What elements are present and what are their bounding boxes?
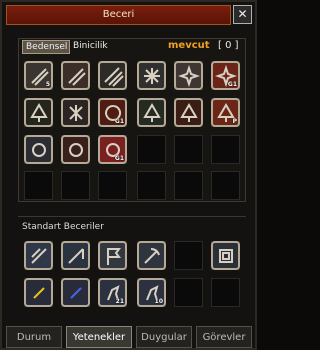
skill-level-badge: G1: [227, 81, 237, 88]
skill-slot[interactable]: [98, 171, 127, 200]
points-label: mevcut: [168, 40, 210, 51]
standard-skill-slot[interactable]: [211, 278, 240, 307]
tab-yetenekler[interactable]: Yetenekler: [66, 326, 132, 348]
yellow-scroll-icon[interactable]: [24, 278, 53, 307]
pickaxe-icon[interactable]: [137, 241, 166, 270]
skill-slot[interactable]: [137, 171, 166, 200]
standard-skill-slot[interactable]: [174, 278, 203, 307]
skill-level-badge: 21: [115, 298, 124, 305]
tab-durum[interactable]: Durum: [6, 326, 62, 348]
tree-icon[interactable]: [24, 98, 53, 127]
red-swirl-icon[interactable]: G1: [98, 135, 127, 164]
skill-slot[interactable]: [211, 135, 240, 164]
bottom-tab-bar: Durum Yetenekler Duygular Görevler: [4, 326, 252, 348]
spin-star-icon[interactable]: [174, 61, 203, 90]
ice-star-icon[interactable]: [137, 61, 166, 90]
triple-blade-icon[interactable]: [98, 61, 127, 90]
swirl-icon[interactable]: [24, 135, 53, 164]
title-bar[interactable]: Beceri: [6, 5, 231, 25]
horse-icon[interactable]: 21: [98, 278, 127, 307]
skill-slot[interactable]: [174, 171, 203, 200]
skill-slot[interactable]: [137, 135, 166, 164]
window-title: Beceri: [102, 9, 135, 20]
skill-slot[interactable]: [211, 171, 240, 200]
tab-binicilik[interactable]: Binicilik: [70, 40, 122, 52]
points-value: [ 0 ]: [218, 40, 239, 51]
standard-skills-title: Standart Beceriler: [22, 222, 104, 232]
sun-burst-icon[interactable]: G1: [98, 98, 127, 127]
red-tree-icon[interactable]: P: [211, 98, 240, 127]
fishing-rod-icon[interactable]: [61, 241, 90, 270]
blue-scroll-icon[interactable]: [61, 278, 90, 307]
close-button[interactable]: ✕: [233, 5, 252, 24]
skill-level-badge: 10: [154, 298, 163, 305]
horse-mount-icon[interactable]: 10: [137, 278, 166, 307]
tree-dark-icon[interactable]: [174, 98, 203, 127]
flag-icon[interactable]: [98, 241, 127, 270]
standard-skill-slot[interactable]: [174, 241, 203, 270]
skill-level-badge: 5: [45, 81, 50, 88]
double-blade-icon[interactable]: [61, 61, 90, 90]
skill-slot[interactable]: [61, 171, 90, 200]
forest-icon[interactable]: [137, 98, 166, 127]
shatter-icon[interactable]: [61, 98, 90, 127]
tab-bedensel[interactable]: Bedensel: [22, 40, 70, 54]
knot-icon[interactable]: [211, 241, 240, 270]
skill-level-badge: G1: [114, 118, 124, 125]
skill-level-badge: G1: [114, 155, 124, 162]
arrows-icon[interactable]: [24, 241, 53, 270]
tab-duygular[interactable]: Duygular: [136, 326, 192, 348]
skill-slot[interactable]: [24, 171, 53, 200]
divider: [18, 216, 246, 217]
flame-burst-icon[interactable]: G1: [211, 61, 240, 90]
skill-slot[interactable]: [174, 135, 203, 164]
dragon-swirl-icon[interactable]: [61, 135, 90, 164]
skill-level-badge: P: [232, 118, 237, 125]
sword-slash-icon[interactable]: 5: [24, 61, 53, 90]
tab-gorevler[interactable]: Görevler: [196, 326, 252, 348]
